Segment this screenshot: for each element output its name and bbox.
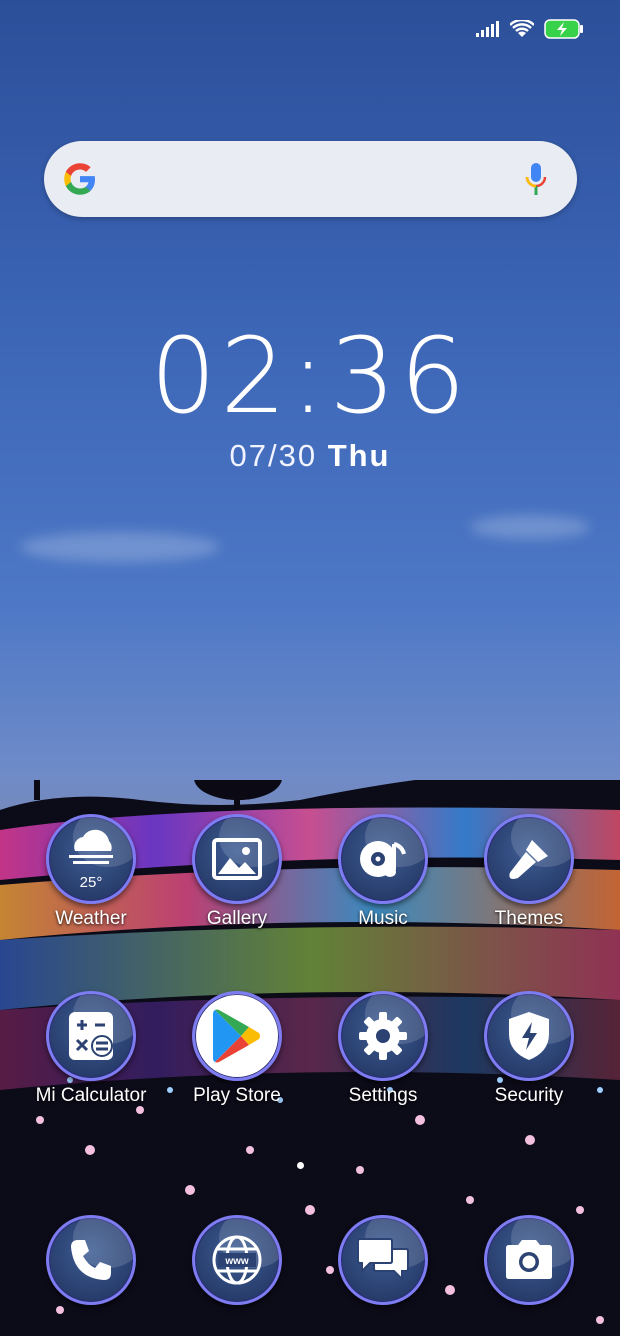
app-label: Security bbox=[494, 1085, 564, 1106]
app-label: Mi Calculator bbox=[35, 1085, 147, 1106]
google-logo bbox=[64, 163, 95, 195]
app-security[interactable]: Security bbox=[457, 991, 601, 1107]
settings-icon bbox=[338, 991, 428, 1081]
play-store-icon bbox=[192, 991, 282, 1081]
wallpaper-cloud bbox=[470, 515, 590, 539]
page-indicator-dot[interactable] bbox=[297, 1162, 304, 1169]
app-weather[interactable]: 25° Weather bbox=[19, 814, 163, 930]
dock-messages[interactable] bbox=[311, 1215, 455, 1305]
themes-icon bbox=[484, 814, 574, 904]
dock-camera[interactable] bbox=[457, 1215, 601, 1305]
messages-icon bbox=[338, 1215, 428, 1305]
date-text: 07/30 bbox=[229, 438, 318, 473]
wallpaper-cloud bbox=[20, 532, 220, 562]
calculator-icon bbox=[46, 991, 136, 1081]
mic-icon[interactable] bbox=[525, 161, 547, 197]
app-settings[interactable]: Settings bbox=[311, 991, 455, 1107]
camera-icon bbox=[484, 1215, 574, 1305]
weather-temp: 25° bbox=[79, 874, 103, 891]
weather-icon: 25° bbox=[46, 814, 136, 904]
security-icon bbox=[484, 991, 574, 1081]
dock-phone[interactable] bbox=[19, 1215, 163, 1305]
google-search-bar[interactable] bbox=[44, 141, 577, 217]
browser-www-text: www bbox=[224, 1256, 249, 1267]
app-label: Settings bbox=[348, 1085, 418, 1106]
music-icon bbox=[338, 814, 428, 904]
app-label: Weather bbox=[55, 908, 127, 929]
dock-browser[interactable]: www bbox=[165, 1215, 309, 1305]
app-mi-calculator[interactable]: Mi Calculator bbox=[19, 991, 163, 1107]
app-label: Play Store bbox=[193, 1085, 281, 1106]
app-label: Themes bbox=[494, 908, 564, 929]
wifi-icon bbox=[510, 20, 534, 37]
app-label: Music bbox=[358, 908, 408, 929]
app-gallery[interactable]: Gallery bbox=[165, 814, 309, 930]
app-themes[interactable]: Themes bbox=[457, 814, 601, 930]
gallery-icon bbox=[192, 814, 282, 904]
status-bar bbox=[476, 14, 584, 44]
phone-icon bbox=[46, 1215, 136, 1305]
clock-widget-date[interactable]: 07/30 Thu bbox=[0, 438, 620, 474]
browser-icon: www bbox=[192, 1215, 282, 1305]
signal-icon bbox=[476, 21, 499, 37]
app-music[interactable]: Music bbox=[311, 814, 455, 930]
day-text: Thu bbox=[327, 438, 391, 473]
app-play-store[interactable]: Play Store bbox=[165, 991, 309, 1107]
battery-charging-icon bbox=[544, 19, 583, 39]
clock-widget-time[interactable]: 02:36 bbox=[0, 315, 620, 437]
app-label: Gallery bbox=[206, 908, 268, 929]
